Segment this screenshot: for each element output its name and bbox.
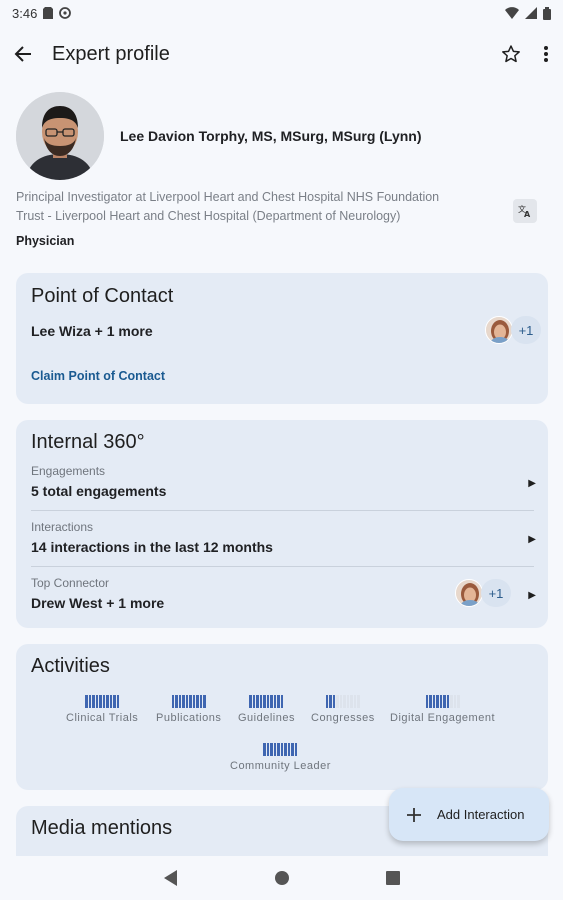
activity-label: Guidelines xyxy=(238,712,295,724)
fab-label: Add Interaction xyxy=(437,807,525,822)
wifi-icon xyxy=(505,7,519,19)
activity-clinical-trials[interactable]: Clinical Trials xyxy=(66,695,138,724)
activity-level-bar xyxy=(425,695,460,708)
activity-digital-engagement[interactable]: Digital Engagement xyxy=(390,695,495,724)
page-title: Expert profile xyxy=(52,42,170,65)
activity-level-bar xyxy=(263,743,298,756)
contact-avatar xyxy=(485,316,513,344)
contact-avatar-stack[interactable]: +1 xyxy=(485,316,541,344)
plus-icon xyxy=(407,804,423,826)
activity-level-bar xyxy=(85,695,120,708)
top-connector-row[interactable]: Top Connector Drew West + 1 more +1 ▶ xyxy=(31,570,536,625)
activity-level-bar xyxy=(325,695,360,708)
activity-congresses[interactable]: Congresses xyxy=(311,695,375,724)
activity-community-leader[interactable]: Community Leader xyxy=(230,743,331,772)
card-title: Activities xyxy=(31,655,110,677)
nav-back-icon[interactable] xyxy=(163,870,178,886)
interactions-row[interactable]: Interactions 14 interactions in the last… xyxy=(31,514,536,569)
description-line: Trust - Liverpool Heart and Chest Hospit… xyxy=(16,209,401,223)
chevron-right-icon: ▶ xyxy=(528,590,536,601)
expert-name: Lee Davion Torphy, MS, MSurg, MSurg (Lyn… xyxy=(120,128,422,144)
translate-icon: 文A xyxy=(518,204,532,218)
card-title: Internal 360° xyxy=(31,431,145,453)
translate-button[interactable]: 文A xyxy=(513,199,537,223)
divider xyxy=(31,566,534,567)
expert-avatar xyxy=(16,92,104,180)
card-title: Point of Contact xyxy=(31,285,174,307)
divider xyxy=(31,510,534,511)
data-saver-icon xyxy=(59,7,72,19)
back-arrow-icon[interactable] xyxy=(14,45,32,63)
star-icon[interactable] xyxy=(501,44,521,64)
nav-home-icon[interactable] xyxy=(274,870,290,886)
card-title: Media mentions xyxy=(31,817,173,839)
add-interaction-button[interactable]: Add Interaction xyxy=(389,788,549,841)
connector-avatar xyxy=(455,579,483,607)
connector-avatar-stack: +1 xyxy=(455,579,511,607)
more-vert-icon[interactable] xyxy=(543,45,549,63)
nav-recents-icon[interactable] xyxy=(385,871,400,885)
activity-label: Congresses xyxy=(311,712,375,724)
battery-icon xyxy=(543,6,551,20)
row-value: 14 interactions in the last 12 months xyxy=(31,539,273,555)
svg-text:A: A xyxy=(524,210,531,218)
chevron-right-icon: ▶ xyxy=(528,478,536,489)
row-label: Interactions xyxy=(31,520,94,534)
activity-publications[interactable]: Publications xyxy=(156,695,221,724)
status-time: 3:46 xyxy=(12,5,38,21)
extra-connectors-badge: +1 xyxy=(481,579,511,607)
chevron-right-icon: ▶ xyxy=(528,534,536,545)
status-bar: 3:46 xyxy=(0,0,563,26)
activity-label: Publications xyxy=(156,712,222,724)
expert-role: Physician xyxy=(16,234,75,248)
activity-label: Clinical Trials xyxy=(66,712,139,724)
activity-level-bar xyxy=(249,695,284,708)
claim-point-of-contact-link[interactable]: Claim Point of Contact xyxy=(31,369,165,383)
extra-contacts-badge: +1 xyxy=(511,316,541,344)
row-value: Drew West + 1 more xyxy=(31,595,165,611)
activities-card: Activities Clinical Trials Publications … xyxy=(16,644,548,790)
activity-level-bar xyxy=(171,695,206,708)
app-bar: Expert profile xyxy=(0,30,563,78)
activity-label: Digital Engagement xyxy=(390,712,496,724)
point-of-contact-card: Point of Contact Lee Wiza + 1 more +1 Cl… xyxy=(16,273,548,404)
row-label: Engagements xyxy=(31,464,106,478)
signal-icon xyxy=(525,7,537,19)
row-label: Top Connector xyxy=(31,576,110,590)
profile-header: Lee Davion Torphy, MS, MSurg, MSurg (Lyn… xyxy=(16,92,546,180)
description-line: Principal Investigator at Liverpool Hear… xyxy=(16,190,440,204)
activity-label: Community Leader xyxy=(230,760,331,772)
expert-description: Principal Investigator at Liverpool Hear… xyxy=(16,188,486,226)
engagements-row[interactable]: Engagements 5 total engagements ▶ xyxy=(31,458,536,513)
point-of-contact-name: Lee Wiza + 1 more xyxy=(31,323,153,339)
internal-360-card: Internal 360° Engagements 5 total engage… xyxy=(16,420,548,628)
row-value: 5 total engagements xyxy=(31,483,167,499)
system-nav-bar xyxy=(0,856,563,900)
sd-card-icon xyxy=(43,7,54,19)
activity-guidelines[interactable]: Guidelines xyxy=(238,695,295,724)
